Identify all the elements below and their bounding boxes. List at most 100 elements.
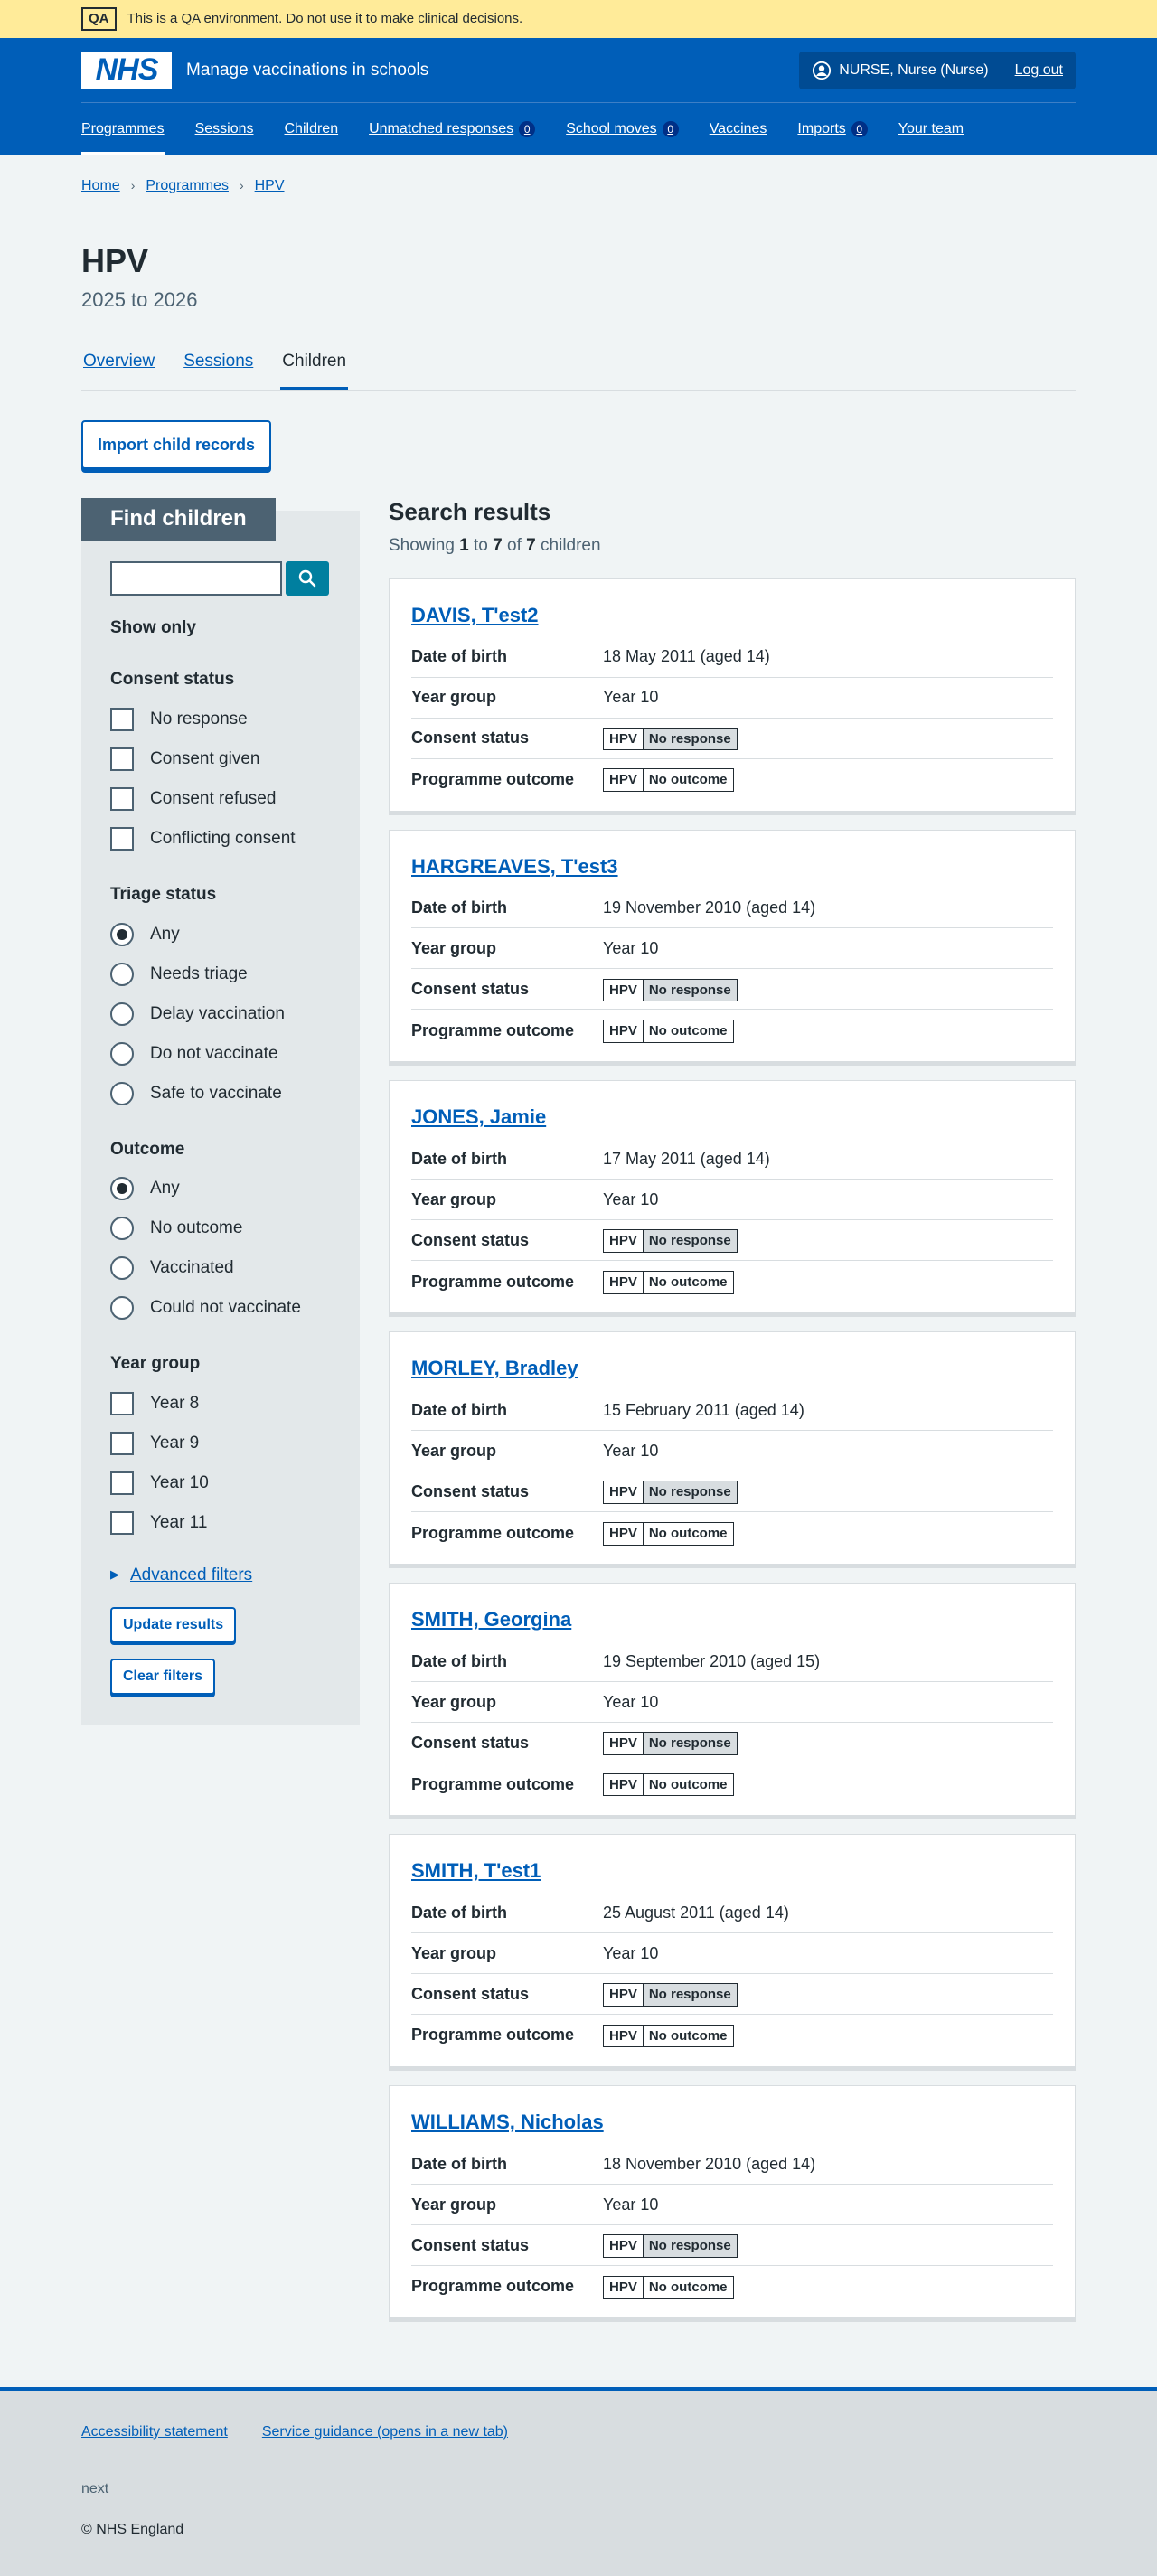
radio-selected[interactable] xyxy=(110,922,134,946)
breadcrumb: Home › Programmes › HPV xyxy=(81,155,1076,196)
programme-outcome-badge: HPV No outcome xyxy=(603,768,734,792)
service-name[interactable]: Manage vaccinations in schools xyxy=(186,58,428,83)
nav-programmes[interactable]: Programmes xyxy=(81,103,165,155)
programme-tag: HPV xyxy=(604,1984,644,2006)
nav-children[interactable]: Children xyxy=(285,103,339,155)
breadcrumb-hpv[interactable]: HPV xyxy=(255,175,285,196)
checkbox[interactable] xyxy=(110,1391,134,1415)
consent-status-title: Consent status xyxy=(110,670,235,690)
search-input[interactable] xyxy=(110,560,282,596)
year-group-label: Year group xyxy=(411,1693,497,1712)
triage-option-safe[interactable]: Safe to vaccinate xyxy=(110,1074,331,1114)
nav-vaccines[interactable]: Vaccines xyxy=(710,103,767,155)
qa-message: This is a QA environment. Do not use it … xyxy=(127,11,523,27)
radio[interactable] xyxy=(110,1041,134,1066)
radio-selected[interactable] xyxy=(110,1177,134,1201)
checkbox[interactable] xyxy=(110,827,134,851)
dob-value: 17 May 2011 (aged 14) xyxy=(603,1150,770,1169)
outcome-tag: No outcome xyxy=(643,1020,733,1042)
table-row: Year group Year 10 xyxy=(411,1682,1053,1724)
table-row: Date of birth 25 August 2011 (aged 14) xyxy=(411,1893,1053,1933)
consent-status-badge: HPV No response xyxy=(603,978,738,1002)
breadcrumb-programmes[interactable]: Programmes xyxy=(146,175,229,196)
tab-sessions[interactable]: Sessions xyxy=(182,349,255,390)
app-version: next xyxy=(81,2481,109,2497)
nav-imports[interactable]: Imports 0 xyxy=(797,103,868,155)
checkbox[interactable] xyxy=(110,1471,134,1495)
child-name-link[interactable]: WILLIAMS, Nicholas xyxy=(411,2108,1053,2137)
search-button[interactable] xyxy=(286,560,329,596)
year-group-label: Year group xyxy=(411,1943,497,1962)
nhs-logo[interactable]: NHS xyxy=(81,52,172,89)
table-row: Programme outcome HPV No outcome xyxy=(411,759,1053,800)
radio[interactable] xyxy=(110,1081,134,1105)
consent-status-tag: No response xyxy=(643,1230,737,1253)
table-row: Programme outcome HPV No outcome xyxy=(411,2266,1053,2307)
checkbox[interactable] xyxy=(110,708,134,731)
consent-status-tag: No response xyxy=(643,728,737,750)
radio[interactable] xyxy=(110,1217,134,1241)
outcome-option-vaccinated[interactable]: Vaccinated xyxy=(110,1248,331,1288)
consent-option-consent-refused[interactable]: Consent refused xyxy=(110,779,331,819)
radio[interactable] xyxy=(110,1256,134,1281)
breadcrumb-home[interactable]: Home xyxy=(81,175,120,196)
outcome-option-could-not[interactable]: Could not vaccinate xyxy=(110,1288,331,1328)
child-name-link[interactable]: JONES, Jamie xyxy=(411,1103,1053,1132)
main-content: Home › Programmes › HPV HPV 2025 to 2026… xyxy=(81,155,1076,2336)
consent-status-label: Consent status xyxy=(411,1482,530,1501)
outcome-tag: No outcome xyxy=(643,1522,733,1545)
programme-tag: HPV xyxy=(604,728,644,750)
programme-outcome-label: Programme outcome xyxy=(411,2277,575,2296)
programme-tag: HPV xyxy=(604,1733,644,1754)
consent-status-tag: No response xyxy=(643,1984,737,2006)
child-name-link[interactable]: MORLEY, Bradley xyxy=(411,1354,1053,1383)
table-row: Consent status HPV No response xyxy=(411,1471,1053,1513)
child-name-link[interactable]: DAVIS, T'est2 xyxy=(411,601,1053,630)
radio[interactable] xyxy=(110,1001,134,1026)
advanced-filters-toggle[interactable]: ▶ Advanced filters xyxy=(110,1563,331,1588)
year-option-8[interactable]: Year 8 xyxy=(110,1384,331,1424)
update-results-button[interactable]: Update results xyxy=(110,1607,237,1643)
results-list: DAVIS, T'est2 Date of birth 18 May 2011 (a… xyxy=(389,578,1076,2318)
checkbox[interactable] xyxy=(110,1510,134,1535)
triage-option-needs-triage[interactable]: Needs triage xyxy=(110,954,331,994)
logout-link[interactable]: Log out xyxy=(1015,60,1063,80)
table-row: Year group Year 10 xyxy=(411,928,1053,970)
child-name-link[interactable]: HARGREAVES, T'est3 xyxy=(411,852,1053,881)
dob-value: 18 May 2011 (aged 14) xyxy=(603,647,770,666)
tab-children[interactable]: Children xyxy=(280,349,349,390)
accessibility-statement-link[interactable]: Accessibility statement xyxy=(81,2421,228,2442)
year-option-10[interactable]: Year 10 xyxy=(110,1463,331,1503)
consent-option-consent-given[interactable]: Consent given xyxy=(110,739,331,779)
checkbox[interactable] xyxy=(110,747,134,771)
triage-option-do-not-vaccinate[interactable]: Do not vaccinate xyxy=(110,1034,331,1074)
radio[interactable] xyxy=(110,1296,134,1321)
outcome-option-no-outcome[interactable]: No outcome xyxy=(110,1208,331,1248)
nav-sessions[interactable]: Sessions xyxy=(195,103,254,155)
advanced-filters-link[interactable]: Advanced filters xyxy=(130,1563,252,1588)
consent-status-tag: No response xyxy=(643,979,737,1001)
year-option-9[interactable]: Year 9 xyxy=(110,1424,331,1463)
tab-overview[interactable]: Overview xyxy=(81,349,156,390)
qa-banner: QA This is a QA environment. Do not use … xyxy=(0,0,1157,38)
clear-filters-button[interactable]: Clear filters xyxy=(110,1659,216,1695)
checkbox[interactable] xyxy=(110,787,134,811)
outcome-option-any[interactable]: Any xyxy=(110,1169,331,1208)
child-name-link[interactable]: SMITH, T'est1 xyxy=(411,1857,1053,1885)
nav-unmatched-responses[interactable]: Unmatched responses 0 xyxy=(369,103,536,155)
nav-school-moves[interactable]: School moves 0 xyxy=(566,103,679,155)
checkbox[interactable] xyxy=(110,1431,134,1455)
consent-option-no-response[interactable]: No response xyxy=(110,700,331,739)
child-name-link[interactable]: SMITH, Georgina xyxy=(411,1605,1053,1634)
table-row: Year group Year 10 xyxy=(411,1431,1053,1472)
triage-option-delay[interactable]: Delay vaccination xyxy=(110,994,331,1034)
import-child-records-button[interactable]: Import child records xyxy=(81,419,272,469)
brand[interactable]: NHS Manage vaccinations in schools xyxy=(81,52,428,89)
search-icon xyxy=(298,569,316,588)
consent-option-conflicting[interactable]: Conflicting consent xyxy=(110,819,331,859)
service-guidance-link[interactable]: Service guidance (opens in a new tab) xyxy=(262,2421,508,2442)
triage-option-any[interactable]: Any xyxy=(110,915,331,954)
year-option-11[interactable]: Year 11 xyxy=(110,1503,331,1543)
radio[interactable] xyxy=(110,962,134,986)
nav-your-team[interactable]: Your team xyxy=(898,103,964,155)
